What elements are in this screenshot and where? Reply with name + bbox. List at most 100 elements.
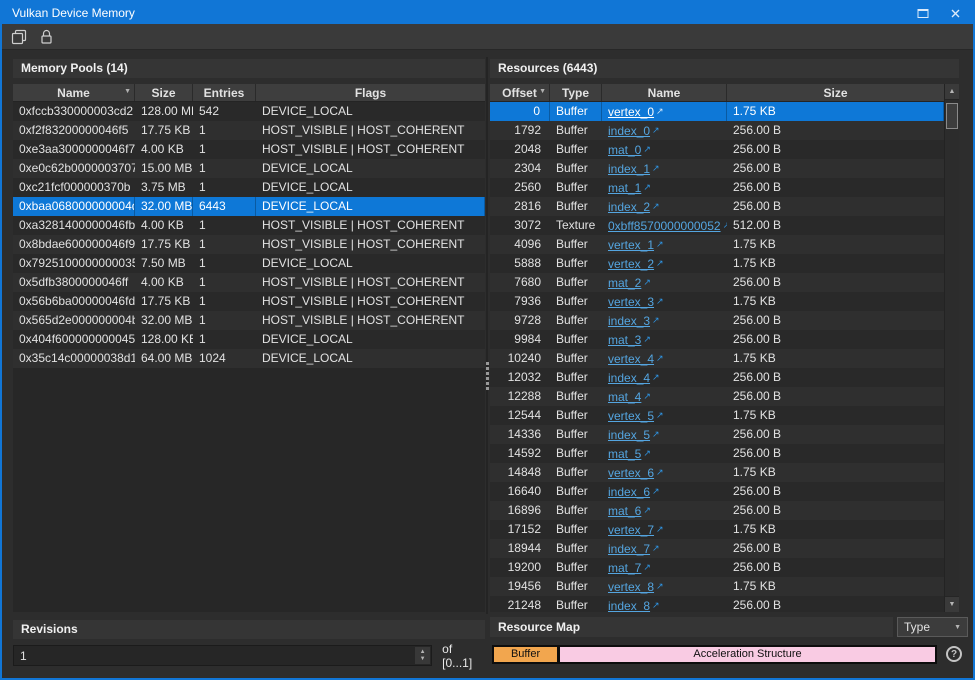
memory-pool-row[interactable]: 0x5dfb3800000046ff4.00 KB1HOST_VISIBLE |… bbox=[13, 273, 485, 292]
column-header-type[interactable]: Type bbox=[550, 84, 602, 101]
resource-link[interactable]: vertex_4 bbox=[608, 352, 654, 366]
resource-row[interactable]: 9984Buffermat_3↗256.00 B bbox=[490, 330, 944, 349]
column-header-entries[interactable]: Entries bbox=[193, 84, 256, 101]
resource-row[interactable]: 4096Buffervertex_1↗1.75 KB bbox=[490, 235, 944, 254]
memory-pool-row[interactable]: 0xe3aa3000000046f74.00 KB1HOST_VISIBLE |… bbox=[13, 140, 485, 159]
goto-resource-icon: ↗ bbox=[656, 577, 664, 596]
resource-row[interactable]: 16640Bufferindex_6↗256.00 B bbox=[490, 482, 944, 501]
resource-link[interactable]: vertex_6 bbox=[608, 466, 654, 480]
resource-link[interactable]: mat_7 bbox=[608, 561, 641, 575]
resource-link[interactable]: index_3 bbox=[608, 314, 650, 328]
resource-row[interactable]: 12288Buffermat_4↗256.00 B bbox=[490, 387, 944, 406]
resource-link[interactable]: index_1 bbox=[608, 162, 650, 176]
resource-link[interactable]: index_6 bbox=[608, 485, 650, 499]
column-header-name[interactable]: Name ▼ bbox=[13, 84, 135, 101]
resource-link[interactable]: mat_3 bbox=[608, 333, 641, 347]
spinner-buttons[interactable]: ▲ ▼ bbox=[415, 647, 430, 664]
memory-pool-row[interactable]: 0xf2f83200000046f517.75 KB1HOST_VISIBLE … bbox=[13, 121, 485, 140]
memory-pool-row[interactable]: 0x79251000000000357.50 MB1DEVICE_LOCAL bbox=[13, 254, 485, 273]
column-header-size[interactable]: Size bbox=[135, 84, 193, 101]
column-header-name[interactable]: Name bbox=[602, 84, 727, 101]
resource-row[interactable]: 16896Buffermat_6↗256.00 B bbox=[490, 501, 944, 520]
resource-link[interactable]: vertex_7 bbox=[608, 523, 654, 537]
memory-pool-row[interactable]: 0xe0c62b000000370715.00 MB1DEVICE_LOCAL bbox=[13, 159, 485, 178]
resource-link[interactable]: 0xbff8570000000052 bbox=[608, 219, 721, 233]
scrollbar-thumb[interactable] bbox=[946, 103, 958, 129]
resource-row[interactable]: 7936Buffervertex_3↗1.75 KB bbox=[490, 292, 944, 311]
resource-link[interactable]: vertex_1 bbox=[608, 238, 654, 252]
memory-pool-row[interactable]: 0xa3281400000046fb4.00 KB1HOST_VISIBLE |… bbox=[13, 216, 485, 235]
memory-pool-row[interactable]: 0x565d2e000000004b32.00 MB1HOST_VISIBLE … bbox=[13, 311, 485, 330]
memory-pool-row[interactable]: 0x56b6ba00000046fd17.75 KB1HOST_VISIBLE … bbox=[13, 292, 485, 311]
resource-row[interactable]: 14592Buffermat_5↗256.00 B bbox=[490, 444, 944, 463]
resource-link[interactable]: mat_2 bbox=[608, 276, 641, 290]
lock-icon[interactable] bbox=[37, 28, 55, 46]
resource-link[interactable]: index_4 bbox=[608, 371, 650, 385]
resource-link[interactable]: index_7 bbox=[608, 542, 650, 556]
revision-spinbox[interactable]: ▲ ▼ bbox=[13, 645, 432, 666]
resource-row[interactable]: 14336Bufferindex_5↗256.00 B bbox=[490, 425, 944, 444]
resource-row[interactable]: 3072Texture0xbff8570000000052↗512.00 B bbox=[490, 216, 944, 235]
resource-link[interactable]: mat_5 bbox=[608, 447, 641, 461]
spin-down-icon[interactable]: ▼ bbox=[420, 656, 426, 663]
scroll-up-icon[interactable]: ▲ bbox=[945, 84, 959, 100]
resource-map-filter-dropdown[interactable]: Type ▼ bbox=[897, 617, 968, 637]
memory-pool-row[interactable]: 0x404f600000000045128.00 KB1DEVICE_LOCAL bbox=[13, 330, 485, 349]
resource-row[interactable]: 10240Buffervertex_4↗1.75 KB bbox=[490, 349, 944, 368]
resource-row[interactable]: 7680Buffermat_2↗256.00 B bbox=[490, 273, 944, 292]
cell-size: 32.00 MB bbox=[135, 197, 193, 216]
resource-row[interactable]: 2048Buffermat_0↗256.00 B bbox=[490, 140, 944, 159]
resource-link[interactable]: vertex_0 bbox=[608, 105, 654, 119]
resource-map-segment[interactable]: Buffer bbox=[494, 647, 557, 662]
resource-map-segment[interactable]: Acceleration Structure bbox=[560, 647, 935, 662]
duplicate-panel-icon[interactable] bbox=[10, 28, 28, 46]
resources-scrollbar[interactable]: ▲ ▼ bbox=[944, 84, 959, 612]
resource-link[interactable]: index_2 bbox=[608, 200, 650, 214]
resource-row[interactable]: 21248Bufferindex_8↗256.00 B bbox=[490, 596, 944, 612]
resource-row[interactable]: 2560Buffermat_1↗256.00 B bbox=[490, 178, 944, 197]
spin-up-icon[interactable]: ▲ bbox=[420, 649, 426, 656]
revision-input[interactable] bbox=[14, 646, 431, 665]
goto-resource-icon: ↗ bbox=[656, 406, 664, 425]
close-icon[interactable] bbox=[947, 6, 963, 20]
float-window-icon[interactable] bbox=[915, 6, 931, 20]
column-header-flags[interactable]: Flags bbox=[256, 84, 485, 101]
resource-link[interactable]: index_0 bbox=[608, 124, 650, 138]
resource-row[interactable]: 12544Buffervertex_5↗1.75 KB bbox=[490, 406, 944, 425]
resource-row[interactable]: 5888Buffervertex_2↗1.75 KB bbox=[490, 254, 944, 273]
resource-row[interactable]: 2816Bufferindex_2↗256.00 B bbox=[490, 197, 944, 216]
resource-row[interactable]: 12032Bufferindex_4↗256.00 B bbox=[490, 368, 944, 387]
column-header-size[interactable]: Size bbox=[727, 84, 944, 101]
resource-link[interactable]: index_5 bbox=[608, 428, 650, 442]
resource-link[interactable]: mat_6 bbox=[608, 504, 641, 518]
resource-row[interactable]: 14848Buffervertex_6↗1.75 KB bbox=[490, 463, 944, 482]
column-header-offset[interactable]: Offset ▼ bbox=[490, 84, 550, 101]
resource-link[interactable]: vertex_5 bbox=[608, 409, 654, 423]
resource-row[interactable]: 19456Buffervertex_8↗1.75 KB bbox=[490, 577, 944, 596]
memory-pool-row[interactable]: 0xc21fcf000000370b3.75 MB1DEVICE_LOCAL bbox=[13, 178, 485, 197]
resource-link[interactable]: vertex_2 bbox=[608, 257, 654, 271]
resource-link[interactable]: index_8 bbox=[608, 599, 650, 612]
resource-row[interactable]: 2304Bufferindex_1↗256.00 B bbox=[490, 159, 944, 178]
resource-link[interactable]: mat_0 bbox=[608, 143, 641, 157]
resource-link[interactable]: mat_4 bbox=[608, 390, 641, 404]
scroll-down-icon[interactable]: ▼ bbox=[945, 596, 959, 612]
resource-link[interactable]: vertex_8 bbox=[608, 580, 654, 594]
resource-row[interactable]: 19200Buffermat_7↗256.00 B bbox=[490, 558, 944, 577]
resource-row[interactable]: 0Buffervertex_0↗1.75 KB bbox=[490, 102, 944, 121]
help-icon[interactable]: ? bbox=[946, 646, 962, 662]
cell-name: mat_4↗ bbox=[602, 387, 727, 406]
memory-pool-row[interactable]: 0x35c14c00000038d164.00 MB1024DEVICE_LOC… bbox=[13, 349, 485, 368]
resource-row[interactable]: 1792Bufferindex_0↗256.00 B bbox=[490, 121, 944, 140]
resource-row[interactable]: 9728Bufferindex_3↗256.00 B bbox=[490, 311, 944, 330]
panel-splitter[interactable] bbox=[486, 57, 488, 614]
cell-size: 15.00 MB bbox=[135, 159, 193, 178]
cell-name: mat_0↗ bbox=[602, 140, 727, 159]
resource-row[interactable]: 17152Buffervertex_7↗1.75 KB bbox=[490, 520, 944, 539]
memory-pool-row[interactable]: 0xbaa068000000004d32.00 MB6443DEVICE_LOC… bbox=[13, 197, 485, 216]
resource-link[interactable]: mat_1 bbox=[608, 181, 641, 195]
resource-row[interactable]: 18944Bufferindex_7↗256.00 B bbox=[490, 539, 944, 558]
resource-link[interactable]: vertex_3 bbox=[608, 295, 654, 309]
memory-pool-row[interactable]: 0xfccb330000003cd2128.00 MB542DEVICE_LOC… bbox=[13, 102, 485, 121]
memory-pool-row[interactable]: 0x8bdae600000046f917.75 KB1HOST_VISIBLE … bbox=[13, 235, 485, 254]
